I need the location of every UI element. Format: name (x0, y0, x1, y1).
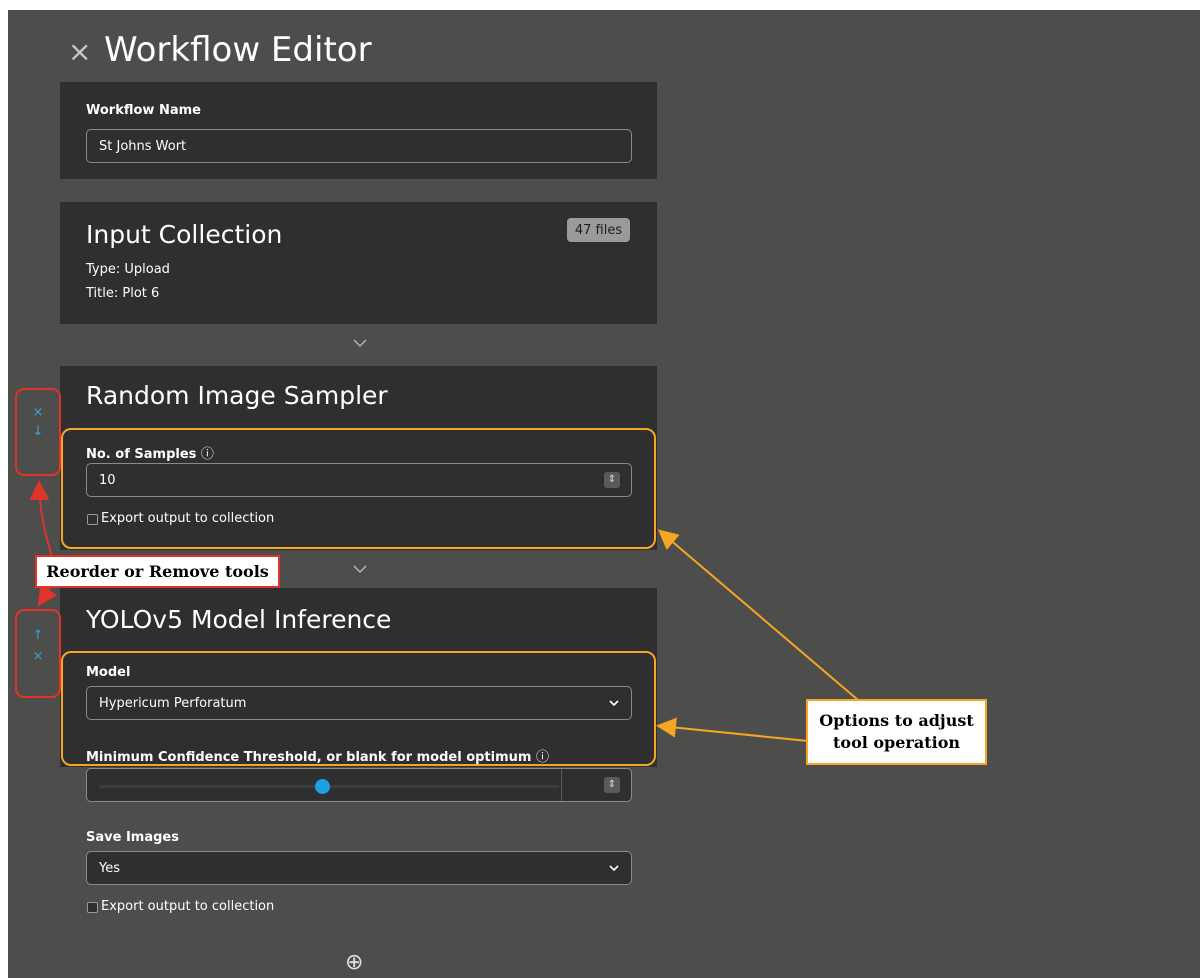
annotation-arrows (29, 480, 859, 742)
options-annotation-line1: Options to adjust (819, 711, 974, 730)
options-annotation-label: Options to adjust tool operation (806, 699, 987, 765)
options-annotation-line2: tool operation (833, 733, 960, 752)
reorder-annotation-label: Reorder or Remove tools (35, 555, 280, 588)
